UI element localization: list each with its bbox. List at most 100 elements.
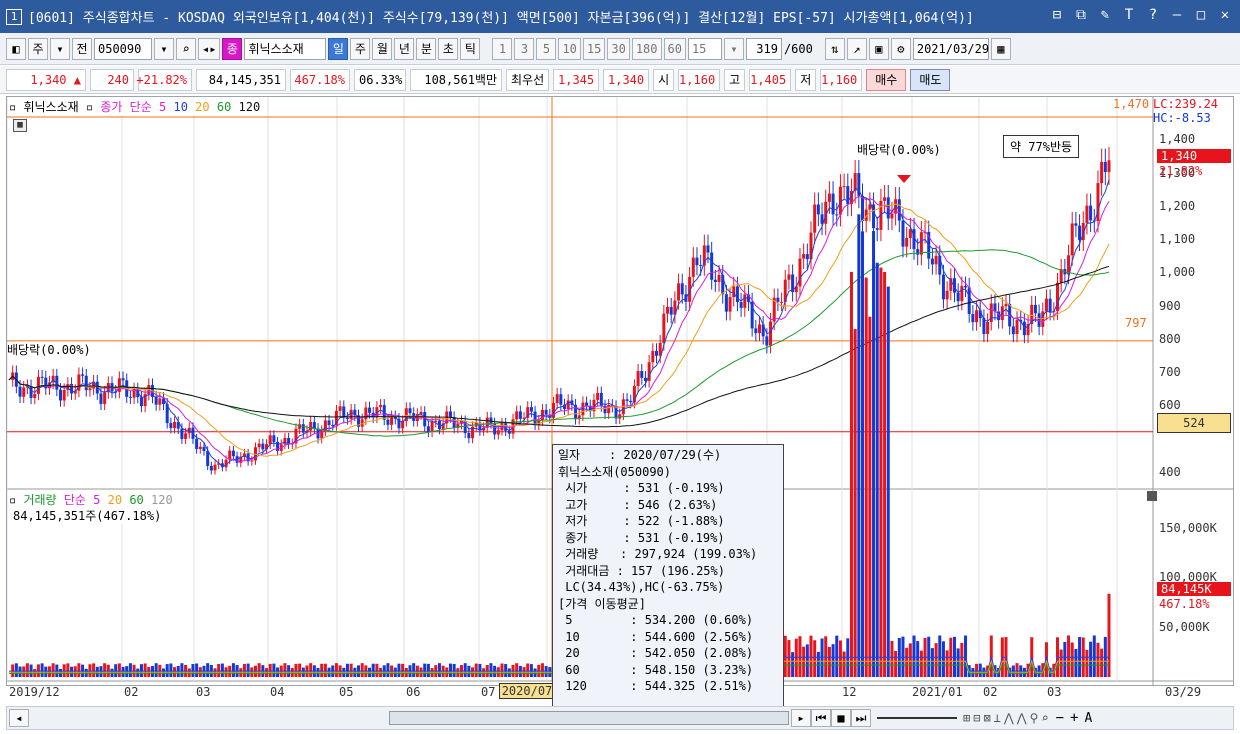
- minimize-icon[interactable]: —: [1168, 7, 1186, 23]
- search-icon[interactable]: ⌕: [176, 37, 196, 60]
- legend-stock-name[interactable]: 휘닉스소재: [23, 100, 78, 114]
- code-dropdown-icon[interactable]: ▾: [154, 37, 174, 60]
- period-minute[interactable]: 분: [416, 37, 437, 60]
- sound-icon[interactable]: ◂▸: [198, 37, 221, 60]
- candle-body: [699, 265, 703, 267]
- zoom-in-icon[interactable]: +: [1070, 710, 1078, 726]
- volume-bar: [103, 663, 107, 677]
- candle-body: [1078, 225, 1082, 241]
- zoom-out-icon[interactable]: −: [1056, 710, 1064, 726]
- interval-dropdown-icon[interactable]: ▾: [723, 37, 744, 60]
- scroll-right-icon[interactable]: ▸: [791, 709, 811, 727]
- interval-1[interactable]: 1: [492, 37, 513, 60]
- legend-ma5[interactable]: 5: [159, 100, 166, 114]
- copy-window-icon[interactable]: ⧉: [1072, 7, 1090, 23]
- count-input[interactable]: 319: [745, 37, 782, 60]
- legend-ma20[interactable]: 20: [195, 100, 209, 114]
- period-tick[interactable]: 틱: [460, 37, 481, 60]
- legend-ma-label[interactable]: 종가 단순: [100, 100, 151, 114]
- prev-button[interactable]: 전: [72, 37, 92, 60]
- toolbar: ◧ 주 ▾ 전 050090 ▾ ⌕ ◂▸ 종 휘닉스소재 일 주 월 년 분 …: [0, 33, 1240, 65]
- candle-body: [728, 297, 732, 312]
- candle-body: [33, 393, 37, 398]
- candle-body: [88, 388, 92, 391]
- candle-body: [364, 407, 368, 420]
- sell-button[interactable]: 매도: [910, 68, 951, 91]
- legend-ma120[interactable]: 120: [239, 100, 261, 114]
- volume-panel-menu-icon[interactable]: [1147, 491, 1157, 501]
- interval-10[interactable]: 10: [558, 37, 581, 60]
- candle-body: [231, 450, 235, 457]
- candle-body: [379, 405, 383, 408]
- zoom-slider[interactable]: [877, 717, 957, 719]
- text-icon[interactable]: T: [1120, 7, 1138, 23]
- market-select[interactable]: 주: [28, 37, 48, 60]
- interval-input[interactable]: 15: [687, 37, 722, 60]
- legend-volume-label[interactable]: 거래량: [23, 493, 56, 507]
- volume-legend: ▫ 거래량 단순 5 20 60 120: [9, 491, 173, 508]
- interval-180[interactable]: 180: [631, 37, 662, 60]
- legend-ma60[interactable]: 60: [217, 100, 231, 114]
- volume-bar: [861, 231, 865, 677]
- fast-forward-icon[interactable]: ⏭: [851, 709, 871, 727]
- buy-button[interactable]: 매수: [866, 68, 907, 91]
- volume-bar: [1089, 641, 1093, 677]
- date-tick-label: 03: [1047, 685, 1062, 699]
- legend-vol-ma60[interactable]: 60: [129, 493, 143, 507]
- stock-name-field[interactable]: 휘닉스소재: [244, 37, 327, 60]
- period-day[interactable]: 일: [328, 37, 349, 60]
- legend-vol-ma-label[interactable]: 단순: [64, 493, 86, 507]
- draw-icon[interactable]: ✎: [1096, 7, 1114, 23]
- volume-bar: [154, 663, 158, 677]
- interval-3[interactable]: 3: [514, 37, 535, 60]
- calendar-icon[interactable]: ▦: [990, 37, 1011, 60]
- compare-icon[interactable]: ⇅: [824, 37, 845, 60]
- price-tick-label: 900: [1159, 298, 1181, 313]
- volume-bar: [180, 663, 184, 677]
- rebound-annotation[interactable]: 약 77%반등: [1003, 135, 1080, 158]
- save-icon[interactable]: ▣: [868, 37, 889, 60]
- rewind-icon[interactable]: ⏮: [811, 709, 831, 727]
- horizontal-scrollbar[interactable]: [389, 711, 789, 725]
- candle-body: [467, 433, 471, 439]
- grid-toggle-icon[interactable]: ▦: [13, 119, 27, 132]
- candle-body: [780, 301, 784, 303]
- scroll-left-icon[interactable]: ◂: [9, 709, 29, 727]
- volume-bar: [894, 650, 898, 677]
- turnover: 06.33%: [354, 68, 406, 91]
- volume-bar: [320, 663, 324, 677]
- volume-bar: [242, 663, 246, 677]
- split-icon[interactable]: ⊟: [1048, 7, 1066, 23]
- legend-ma10[interactable]: 10: [173, 100, 187, 114]
- date-tick-label: 02: [124, 685, 139, 699]
- candle-body: [754, 328, 758, 334]
- settings-gear-icon[interactable]: ⚙: [890, 37, 911, 60]
- font-size-icon[interactable]: A: [1084, 711, 1092, 726]
- legend-vol-ma120[interactable]: 120: [151, 493, 173, 507]
- close-icon[interactable]: ✕: [1216, 7, 1234, 23]
- help-icon[interactable]: ?: [1144, 7, 1162, 23]
- date-input[interactable]: 2021/03/29: [912, 37, 989, 60]
- period-month[interactable]: 월: [372, 37, 393, 60]
- period-second[interactable]: 초: [438, 37, 459, 60]
- candle-body: [787, 274, 791, 280]
- drawing-tools-icons[interactable]: ⊞⊟⊠⟂⋀⋀⚲⌕: [963, 711, 1052, 725]
- market-dropdown-icon[interactable]: ▾: [50, 37, 70, 60]
- stop-icon[interactable]: ■: [831, 709, 851, 727]
- legend-vol-ma5[interactable]: 5: [93, 493, 100, 507]
- date-tick-label: 07: [481, 685, 496, 699]
- volume-bar: [824, 636, 828, 677]
- interval-30[interactable]: 30: [607, 37, 630, 60]
- interval-15[interactable]: 15: [582, 37, 606, 60]
- code-input[interactable]: 050090: [94, 37, 152, 60]
- candle-body: [883, 197, 887, 201]
- period-year[interactable]: 년: [394, 37, 415, 60]
- interval-60[interactable]: 60: [663, 37, 686, 60]
- candle-body: [99, 393, 103, 404]
- indicator-icon[interactable]: ↗: [846, 37, 867, 60]
- period-week[interactable]: 주: [350, 37, 371, 60]
- maximize-icon[interactable]: □: [1192, 7, 1210, 23]
- legend-vol-ma20[interactable]: 20: [108, 493, 122, 507]
- interval-5[interactable]: 5: [536, 37, 557, 60]
- panel-toggle-icon[interactable]: ◧: [6, 37, 26, 60]
